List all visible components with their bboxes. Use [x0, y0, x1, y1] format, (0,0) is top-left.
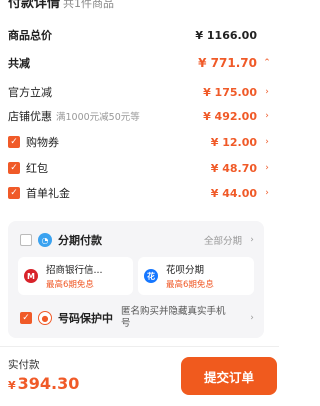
firstorder-checkbox[interactable]: ✓ — [8, 187, 20, 199]
installment-icon: ◔ — [38, 233, 52, 247]
privacy-label: 号码保护中 — [58, 312, 113, 325]
page-header: 付款详情 共1件商品 — [0, 0, 279, 12]
pay-label: 实付款 — [8, 359, 40, 371]
option-name: 招商银行信... — [46, 265, 103, 276]
cmb-bank-logo-icon: M — [24, 269, 38, 283]
shield-icon: ● — [38, 311, 52, 325]
discount-label: 红包 — [26, 162, 48, 175]
coupon-checkbox[interactable]: ✓ — [8, 136, 20, 148]
chevron-right-icon[interactable]: › — [248, 235, 256, 245]
all-installments-link[interactable]: 全部分期 — [204, 233, 242, 247]
installment-option-cmb[interactable]: M 招商银行信... 最高6期免息 — [18, 257, 133, 295]
discount-label: 购物券 — [26, 136, 59, 149]
option-fee: 最高6期免息 — [166, 280, 214, 290]
huabei-logo-icon: 花 — [144, 269, 158, 283]
installment-label: 分期付款 — [58, 234, 102, 247]
installment-checkbox[interactable] — [20, 234, 32, 246]
discount-promo: 满1000元减50元等 — [56, 112, 140, 123]
discount-label: 官方立减 — [8, 86, 52, 99]
page-title: 付款详情 — [8, 0, 61, 11]
total-value: ¥ 1166.00 — [195, 28, 257, 42]
discount-value: ¥ 492.00 — [203, 109, 257, 123]
chevron-up-icon[interactable]: ⌃ — [263, 58, 271, 68]
discount-value: ¥ 12.00 — [210, 135, 257, 149]
chevron-right-icon[interactable]: › — [263, 188, 271, 198]
privacy-row[interactable]: ✓ ● 号码保护中 匿名购买并隐藏真实手机号 › — [20, 306, 256, 330]
discount-total-row[interactable]: 共减 ¥ 771.70 ⌃ — [8, 55, 271, 71]
discount-row-redpacket[interactable]: ✓ 红包 ¥ 48.70 › — [8, 160, 271, 176]
payment-options-panel: ◔ 分期付款 全部分期 › M 招商银行信... 最高6期免息 花 花呗分期 最… — [8, 221, 264, 338]
discount-value: ¥ 44.00 — [210, 186, 257, 200]
pay-amount-value: 394.30 — [17, 374, 80, 393]
discount-total-label: 共减 — [8, 57, 30, 70]
chevron-right-icon[interactable]: › — [248, 313, 256, 323]
submit-order-button[interactable]: 提交订单 — [181, 357, 277, 395]
installment-row[interactable]: ◔ 分期付款 全部分期 › — [20, 231, 256, 249]
discount-row-official[interactable]: 官方立减 ¥ 175.00 › — [8, 84, 271, 100]
option-name: 花呗分期 — [166, 265, 205, 276]
total-row: 商品总价 ¥ 1166.00 — [8, 27, 271, 43]
pay-amount: ¥394.30 — [8, 374, 79, 393]
discount-value: ¥ 175.00 — [203, 85, 257, 99]
chevron-right-icon[interactable]: › — [263, 87, 271, 97]
total-label: 商品总价 — [8, 29, 52, 42]
checkout-bar: 实付款 ¥394.30 提交订单 — [0, 346, 279, 406]
discount-row-firstorder[interactable]: ✓ 首单礼金 ¥ 44.00 › — [8, 185, 271, 201]
discount-total-value: ¥ 771.70 — [198, 56, 257, 70]
discount-label: 店铺优惠 — [8, 110, 52, 123]
installment-option-huabei[interactable]: 花 花呗分期 最高6期免息 — [138, 257, 254, 295]
discount-label: 首单礼金 — [26, 187, 70, 200]
currency-symbol: ¥ — [8, 379, 16, 392]
chevron-right-icon[interactable]: › — [263, 111, 271, 121]
option-fee: 最高6期免息 — [46, 280, 94, 290]
discount-row-coupon[interactable]: ✓ 购物券 ¥ 12.00 › — [8, 134, 271, 150]
privacy-desc: 匿名购买并隐藏真实手机号 — [121, 306, 226, 329]
redpacket-checkbox[interactable]: ✓ — [8, 162, 20, 174]
privacy-checkbox[interactable]: ✓ — [20, 312, 32, 324]
discount-value: ¥ 48.70 — [210, 161, 257, 175]
chevron-right-icon[interactable]: › — [263, 137, 271, 147]
discount-row-shop[interactable]: 店铺优惠 满1000元减50元等 ¥ 492.00 › — [8, 108, 271, 124]
item-count: 共1件商品 — [63, 0, 115, 10]
chevron-right-icon[interactable]: › — [263, 163, 271, 173]
